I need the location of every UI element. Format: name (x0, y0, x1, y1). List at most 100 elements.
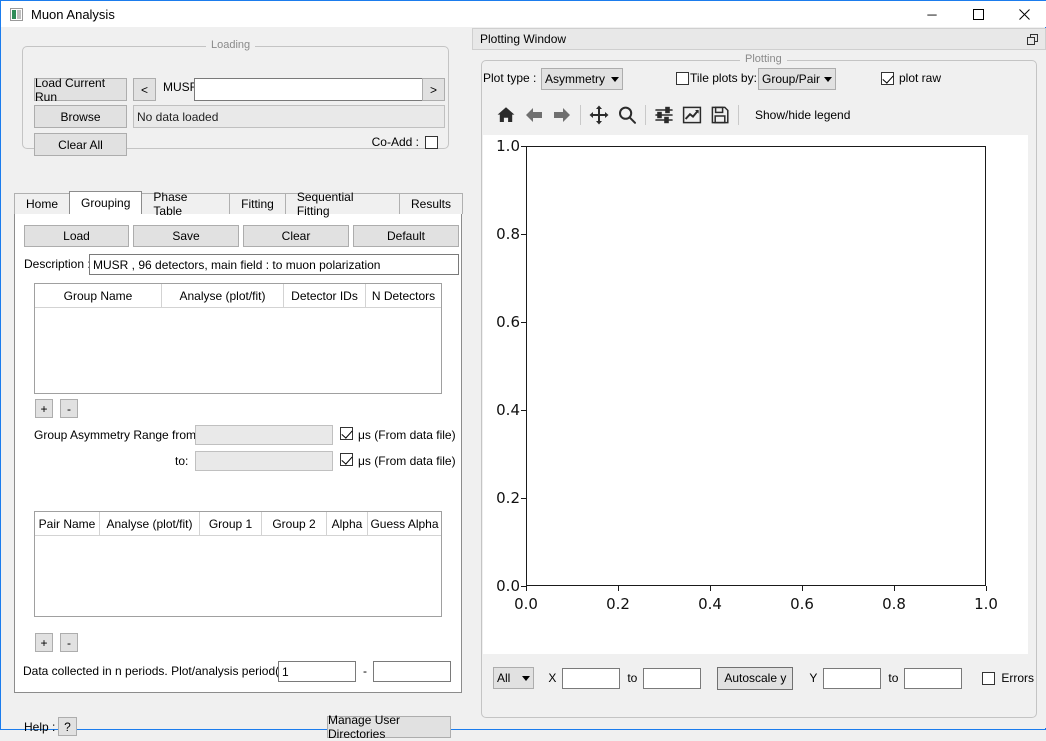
periods-to-input[interactable] (373, 661, 451, 682)
minimize-button[interactable]: ─ (909, 1, 955, 28)
back-arrow-icon[interactable] (520, 101, 548, 129)
errors-checkbox[interactable] (982, 672, 995, 685)
tab-results[interactable]: Results (399, 193, 463, 214)
plotting-window-header: Plotting Window (472, 28, 1046, 50)
home-icon[interactable] (492, 101, 520, 129)
app-icon (10, 8, 23, 21)
y-tick-mark (521, 322, 526, 323)
y-from-input[interactable] (823, 668, 881, 689)
tile-plots-label: Tile plots by: (690, 71, 757, 85)
tab-home[interactable]: Home (14, 193, 70, 214)
app-window: Muon Analysis ─ Loading Load Current Run… (0, 0, 1046, 730)
zoom-magnifier-icon[interactable] (613, 101, 641, 129)
grouping-save-button[interactable]: Save (133, 225, 239, 247)
next-run-button[interactable]: > (422, 78, 445, 101)
close-button[interactable] (1001, 1, 1046, 28)
grouping-default-button[interactable]: Default (353, 225, 459, 247)
run-number-input[interactable] (194, 78, 437, 101)
column-pair-analyse[interactable]: Analyse (plot/fit) (100, 512, 200, 535)
x-tick-mark (618, 586, 619, 591)
y-tick-label: 0.2 (488, 489, 520, 507)
y-tick-mark (521, 410, 526, 411)
chevron-down-icon (824, 77, 832, 82)
y-to-input[interactable] (904, 668, 962, 689)
column-guess-alpha[interactable]: Guess Alpha (368, 512, 441, 535)
column-group-1[interactable]: Group 1 (200, 512, 262, 535)
loading-groupbox: Loading Load Current Run < MUSR > Browse… (22, 46, 449, 149)
pair-table[interactable]: Pair Name Analyse (plot/fit) Group 1 Gro… (34, 511, 442, 617)
x-tick-label: 1.0 (974, 595, 998, 613)
plot-raw-checkbox[interactable] (881, 72, 894, 85)
pair-table-body[interactable] (35, 536, 441, 616)
remove-pair-button[interactable]: - (60, 633, 78, 652)
y-tick-label: 0.6 (488, 313, 520, 331)
browse-button[interactable]: Browse (34, 105, 127, 128)
x-tick-mark (894, 586, 895, 591)
co-add-label: Co-Add : (372, 135, 419, 149)
clear-all-button[interactable]: Clear All (34, 133, 127, 156)
edit-axis-chart-icon[interactable] (678, 101, 706, 129)
load-current-run-button[interactable]: Load Current Run (34, 78, 127, 101)
grouping-load-button[interactable]: Load (24, 225, 129, 247)
plot-canvas[interactable]: 0.00.20.40.60.81.0 0.00.20.40.60.81.0 (483, 135, 1028, 654)
column-n-detectors[interactable]: N Detectors (366, 284, 441, 307)
help-button[interactable]: ? (58, 717, 77, 736)
manage-user-directories-button[interactable]: Manage User Directories (327, 716, 451, 738)
range-scope-select[interactable]: All (493, 667, 534, 689)
x-from-input[interactable] (562, 668, 620, 689)
plot-type-label: Plot type : (483, 71, 536, 85)
column-detector-ids[interactable]: Detector IDs (284, 284, 366, 307)
group-table-body[interactable] (35, 308, 441, 393)
group-asymmetry-from-unit: μs (From data file) (358, 428, 456, 442)
tile-plots-select[interactable]: Group/Pair (758, 68, 836, 90)
tile-plots-checkbox[interactable] (676, 72, 689, 85)
periods-dash: - (363, 664, 367, 678)
y-tick-mark (521, 234, 526, 235)
y-to-label: to (888, 671, 898, 685)
column-pair-name[interactable]: Pair Name (35, 512, 100, 535)
pan-move-icon[interactable] (585, 101, 613, 129)
group-asymmetry-to-input[interactable] (195, 451, 333, 471)
remove-group-button[interactable]: - (60, 399, 78, 418)
forward-arrow-icon[interactable] (548, 101, 576, 129)
x-tick-label: 0.0 (514, 595, 538, 613)
tab-phase-table[interactable]: Phase Table (141, 193, 230, 214)
description-input[interactable]: MUSR , 96 detectors, main field : to muo… (89, 254, 459, 275)
grouping-clear-button[interactable]: Clear (243, 225, 349, 247)
y-tick-label: 0.0 (488, 577, 520, 595)
plot-type-select[interactable]: Asymmetry (541, 68, 623, 90)
periods-from-input[interactable]: 1 (278, 661, 356, 682)
save-floppy-icon[interactable] (706, 101, 734, 129)
co-add-checkbox[interactable] (425, 136, 438, 149)
configure-sliders-icon[interactable] (650, 101, 678, 129)
column-group-name[interactable]: Group Name (35, 284, 162, 307)
tab-sequential-fitting[interactable]: Sequential Fitting (285, 193, 400, 214)
previous-run-button[interactable]: < (133, 78, 156, 101)
toolbar-separator (580, 105, 581, 125)
add-group-button[interactable]: + (35, 399, 53, 418)
column-group-2[interactable]: Group 2 (262, 512, 327, 535)
show-hide-legend-label[interactable]: Show/hide legend (755, 108, 850, 122)
group-asymmetry-to-checkbox[interactable] (340, 453, 353, 466)
toolbar-separator (645, 105, 646, 125)
plotting-panel: Plotting Window Plotting Plot type : Asy… (472, 28, 1046, 728)
x-to-input[interactable] (643, 668, 701, 689)
title-bar: Muon Analysis ─ (1, 0, 1046, 27)
tab-grouping[interactable]: Grouping (69, 191, 142, 214)
x-tick-mark (526, 586, 527, 591)
description-label: Description : (24, 257, 91, 271)
axis-range-controls: All X to Autoscale y Y to Errors (484, 663, 1034, 693)
add-pair-button[interactable]: + (35, 633, 53, 652)
column-alpha[interactable]: Alpha (327, 512, 368, 535)
grouping-tab-panel: Load Save Clear Default Description : MU… (14, 213, 462, 693)
tab-fitting[interactable]: Fitting (229, 193, 286, 214)
undock-icon[interactable] (1023, 30, 1041, 48)
column-analyse[interactable]: Analyse (plot/fit) (162, 284, 284, 307)
autoscale-y-button[interactable]: Autoscale y (717, 667, 793, 690)
group-table[interactable]: Group Name Analyse (plot/fit) Detector I… (34, 283, 442, 394)
group-asymmetry-from-checkbox[interactable] (340, 427, 353, 440)
maximize-button[interactable] (955, 1, 1001, 28)
window-title: Muon Analysis (31, 7, 115, 22)
group-asymmetry-from-input[interactable] (195, 425, 333, 445)
x-axis-label: X (548, 671, 556, 685)
